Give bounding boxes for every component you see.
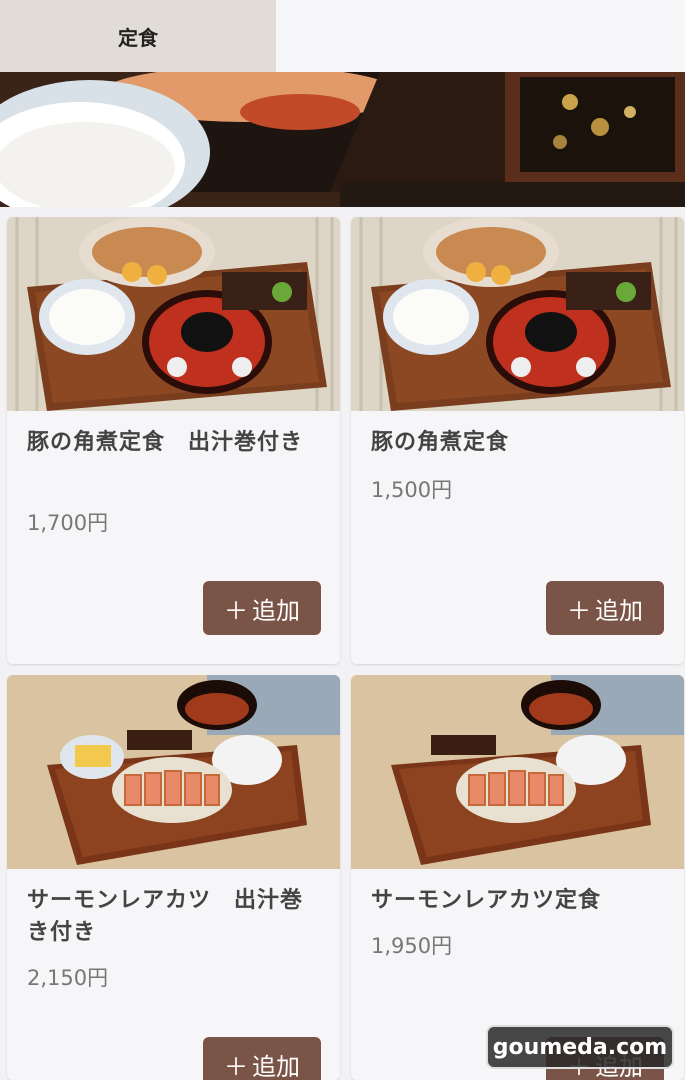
menu-item-name: 豚の角煮定食 出汁巻付き <box>27 430 304 455</box>
menu-card: サーモンレアカツ定食 1,950円 ＋ 追加 <box>351 675 684 1080</box>
plus-icon: ＋ <box>224 596 248 625</box>
plus-icon: ＋ <box>224 1052 248 1080</box>
menu-item-price: 1,950円 <box>371 934 453 958</box>
salmon-rare-katsu-photo <box>351 675 684 869</box>
buta-kakuni-teishoku-photo <box>351 217 684 411</box>
watermark-logo: goumeda.com <box>486 1025 674 1069</box>
menu-item-name: サーモンレアカツ定食 <box>371 888 602 913</box>
tab-empty[interactable] <box>276 0 685 72</box>
menu-item-name: サーモンレアカツ 出汁巻き付き <box>27 888 304 945</box>
add-button-label: 追加 <box>252 1052 300 1080</box>
add-button[interactable]: ＋ 追加 <box>546 581 664 635</box>
menu-item-price: 1,700円 <box>27 511 109 535</box>
menu-card: 豚の角煮定食 1,500円 ＋ 追加 <box>351 217 684 664</box>
add-button[interactable]: ＋ 追加 <box>203 581 321 635</box>
plus-icon: ＋ <box>567 596 591 625</box>
menu-item-price: 2,150円 <box>27 966 109 990</box>
tab-teishoku[interactable]: 定食 <box>0 0 276 72</box>
add-button-label: 追加 <box>595 596 643 625</box>
salmon-rare-katsu-photo <box>7 675 340 869</box>
buta-kakuni-teishoku-photo <box>7 217 340 411</box>
menu-item-name: 豚の角煮定食 <box>371 430 510 455</box>
menu-card: サーモンレアカツ 出汁巻き付き 2,150円 ＋ 追加 <box>7 675 340 1080</box>
hero-banner-image <box>0 72 685 207</box>
add-button[interactable]: ＋ 追加 <box>203 1037 321 1080</box>
menu-card: 豚の角煮定食 出汁巻付き 1,700円 ＋ 追加 <box>7 217 340 664</box>
category-tab-bar: 定食 <box>0 0 685 72</box>
add-button-label: 追加 <box>252 596 300 625</box>
menu-item-price: 1,500円 <box>371 478 453 502</box>
